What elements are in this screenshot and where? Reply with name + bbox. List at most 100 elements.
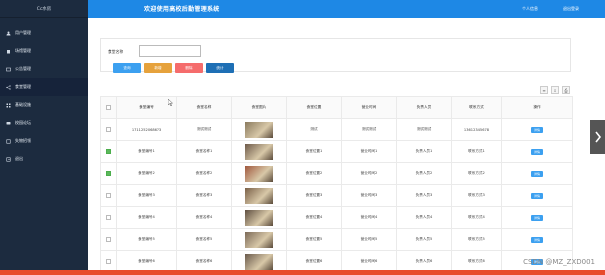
canteen-manager: 负责人员5 xyxy=(396,228,452,251)
canteen-name: 测试测试 xyxy=(176,118,232,141)
sidebar-item-lost-found[interactable]: 失物招领 xyxy=(0,132,88,150)
canteen-thumbnail xyxy=(245,143,273,160)
column-header[interactable]: 营业时间 xyxy=(341,96,397,119)
canteen-manager: 测试测试 xyxy=(396,118,452,141)
actions-cell: 详情 xyxy=(501,162,573,185)
actions-cell: 详情 xyxy=(501,206,573,229)
canteen-hours: 营业时间3 xyxy=(341,184,397,207)
actions-cell: 详情 xyxy=(501,228,573,251)
actions-cell: 详情 xyxy=(501,118,573,141)
row-checkbox[interactable] xyxy=(106,236,111,242)
canteen-thumbnail xyxy=(245,209,273,226)
select-all-header[interactable] xyxy=(100,96,117,119)
delete-button[interactable]: 删除 xyxy=(175,63,203,73)
row-checkbox[interactable] xyxy=(106,148,111,154)
sidebar-item-label: 校园论坛 xyxy=(15,120,31,125)
column-header[interactable]: 负责人员 xyxy=(396,96,452,119)
next-page-arrow[interactable] xyxy=(590,120,605,154)
sidebar-item-users[interactable]: 用户管理 xyxy=(0,24,88,42)
columns-icon[interactable]: ≡ xyxy=(540,86,548,94)
canteen-location: 食堂位置4 xyxy=(286,206,342,229)
column-header[interactable]: 食堂图片 xyxy=(231,96,287,119)
canteen-location: 食堂位置1 xyxy=(286,140,342,163)
row-checkbox[interactable] xyxy=(106,214,111,220)
logout-link[interactable]: 退出登录 xyxy=(563,6,579,12)
canteen-id: 食堂编号3 xyxy=(116,184,177,207)
detail-button[interactable]: 详情 xyxy=(530,192,543,199)
forum-icon xyxy=(6,121,11,126)
canteen-id: 食堂编号1 xyxy=(116,140,177,163)
canteen-image-cell xyxy=(231,184,287,207)
table-row[interactable]: 食堂编号4 食堂名称4 食堂位置4 营业时间4 负责人员4 联系方式4 详情 xyxy=(100,206,573,229)
sidebar-item-label: 退出 xyxy=(15,156,23,161)
sidebar-item-logout[interactable]: 退出 xyxy=(0,150,88,168)
canteen-image-cell xyxy=(231,118,287,141)
sidebar-item-canteen[interactable]: 食堂管理 xyxy=(0,78,88,96)
canteen-name: 食堂名称3 xyxy=(176,184,232,207)
canteen-image-cell xyxy=(231,162,287,185)
sidebar-item-label: 用户管理 xyxy=(15,30,31,35)
canteen-image-cell xyxy=(231,206,287,229)
row-checkbox[interactable] xyxy=(106,170,111,176)
add-button[interactable]: 新增 xyxy=(144,63,172,73)
print-icon[interactable]: ⎙ xyxy=(562,86,570,94)
canteen-manager: 负责人员3 xyxy=(396,184,452,207)
select-all-checkbox[interactable] xyxy=(106,104,111,110)
table-row[interactable]: 食堂编号3 食堂名称3 食堂位置3 营业时间3 负责人员3 联系方式3 详情 xyxy=(100,184,573,207)
grid-icon xyxy=(6,103,11,108)
table-row[interactable]: 食堂编号1 食堂名称1 食堂位置1 营业时间1 负责人员1 联系方式1 详情 xyxy=(100,140,573,163)
canteen-hours: 营业时间5 xyxy=(341,228,397,251)
canteen-hours: 营业时间1 xyxy=(341,140,397,163)
row-select-cell[interactable] xyxy=(100,206,117,229)
query-button[interactable]: 查询 xyxy=(113,63,141,73)
sidebar-item-venues[interactable]: 场馆管理 xyxy=(0,42,88,60)
share-icon xyxy=(6,84,11,90)
profile-link[interactable]: 个人信息 xyxy=(522,6,538,12)
detail-button[interactable]: 详情 xyxy=(530,214,543,221)
detail-button[interactable]: 详情 xyxy=(530,236,543,243)
row-select-cell[interactable] xyxy=(100,184,117,207)
canteen-id: 食堂编号4 xyxy=(116,206,177,229)
table-row[interactable]: 食堂编号5 食堂名称5 食堂位置5 营业时间5 负责人员5 联系方式5 详情 xyxy=(100,228,573,251)
canteen-manager: 负责人员2 xyxy=(396,162,452,185)
actions-cell: 详情 xyxy=(501,140,573,163)
canteen-table: 食堂编号 食堂名称 食堂图片 食堂位置 营业时间 负责人员 联系方式 操作 17… xyxy=(100,96,573,273)
notice-icon xyxy=(6,67,11,72)
canteen-contact: 13612345678 xyxy=(451,118,502,141)
detail-button[interactable]: 详情 xyxy=(530,170,543,177)
row-checkbox[interactable] xyxy=(106,258,111,264)
table-row[interactable]: 食堂编号2 食堂名称2 食堂位置2 营业时间2 负责人员2 联系方式2 详情 xyxy=(100,162,573,185)
stats-button[interactable]: 统计 xyxy=(206,63,234,73)
canteen-name: 食堂名称2 xyxy=(176,162,232,185)
canteen-manager: 负责人员1 xyxy=(396,140,452,163)
column-header[interactable]: 食堂名称 xyxy=(176,96,232,119)
row-select-cell[interactable] xyxy=(100,162,117,185)
column-header[interactable]: 食堂位置 xyxy=(286,96,342,119)
export-icon[interactable]: ⇩ xyxy=(551,86,559,94)
row-select-cell[interactable] xyxy=(100,228,117,251)
search-input[interactable] xyxy=(139,45,201,57)
row-checkbox[interactable] xyxy=(106,126,111,132)
canteen-thumbnail xyxy=(245,121,273,138)
canteen-image-cell xyxy=(231,228,287,251)
detail-button[interactable]: 详情 xyxy=(530,126,543,133)
sidebar-item-label: 基础设施 xyxy=(15,102,31,107)
row-select-cell[interactable] xyxy=(100,140,117,163)
sidebar-item-forum[interactable]: 校园论坛 xyxy=(0,114,88,132)
canteen-contact: 联系方式5 xyxy=(451,228,502,251)
canteen-id: 食堂编号2 xyxy=(116,162,177,185)
users-icon xyxy=(6,31,11,36)
sidebar-item-facilities[interactable]: 基础设施 xyxy=(0,96,88,114)
table-row[interactable]: 17112520686?3 测试测试 测试 测试测试 测试测试 13612345678 详情 xyxy=(100,118,573,141)
detail-button[interactable]: 详情 xyxy=(530,148,543,155)
column-header: 操作 xyxy=(501,96,573,119)
sidebar-item-notices[interactable]: 公告管理 xyxy=(0,60,88,78)
column-header[interactable]: 联系方式 xyxy=(451,96,502,119)
sidebar-item-label: 公告管理 xyxy=(15,66,31,71)
building-icon xyxy=(6,49,11,54)
row-select-cell[interactable] xyxy=(100,118,117,141)
canteen-id: 食堂编号5 xyxy=(116,228,177,251)
row-checkbox[interactable] xyxy=(106,192,111,198)
canteen-manager: 负责人员4 xyxy=(396,206,452,229)
sidebar-item-label: 食堂管理 xyxy=(15,84,31,89)
